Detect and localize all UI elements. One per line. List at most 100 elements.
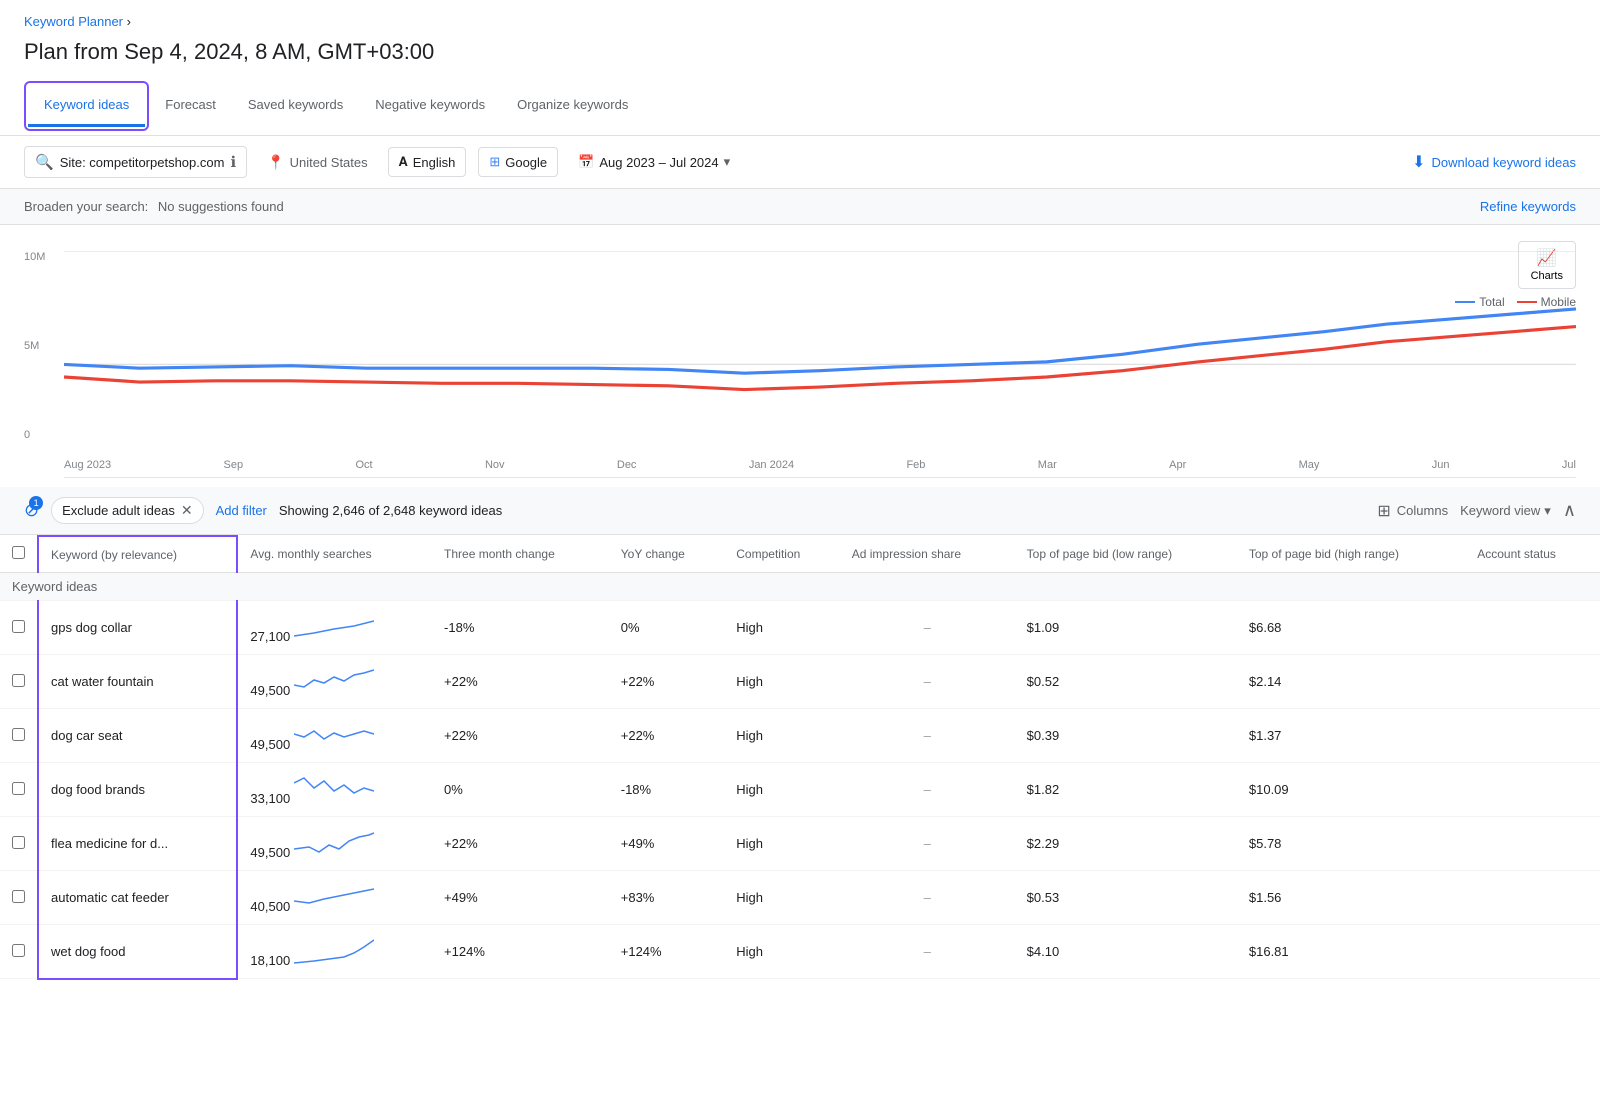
row4-top-bid-low: $2.29: [1015, 817, 1237, 871]
row1-checkbox[interactable]: [12, 674, 25, 687]
row1-account-status: [1465, 655, 1600, 709]
row6-avg-searches: 18,100: [237, 925, 432, 979]
date-range-label: Aug 2023 – Jul 2024: [599, 155, 718, 170]
row2-keyword[interactable]: dog car seat: [38, 709, 237, 763]
row4-checkbox[interactable]: [12, 836, 25, 849]
select-all-checkbox[interactable]: [12, 546, 25, 559]
row6-three-month: +124%: [432, 925, 609, 979]
x-label-mar: Mar: [1038, 459, 1057, 471]
tab-forecast[interactable]: Forecast: [149, 85, 232, 127]
row3-three-month: 0%: [432, 763, 609, 817]
table-row: wet dog food 18,100 +124% +124% High – $…: [0, 925, 1600, 979]
row2-account-status: [1465, 709, 1600, 763]
location-icon: 📍: [267, 154, 284, 171]
row4-checkbox-cell: [0, 817, 38, 871]
group-header-cell: Keyword ideas: [0, 573, 1600, 601]
row0-checkbox[interactable]: [12, 620, 25, 633]
x-label-oct: Oct: [355, 459, 372, 471]
row5-competition: High: [724, 871, 839, 925]
exclude-adult-chip[interactable]: Exclude adult ideas ✕: [51, 497, 203, 524]
x-label-jun: Jun: [1432, 459, 1450, 471]
chip-close-icon[interactable]: ✕: [181, 502, 193, 519]
search-icon: 🔍: [35, 153, 54, 171]
showing-text: Showing 2,646 of 2,648 keyword ideas: [279, 503, 502, 518]
download-keyword-ideas-button[interactable]: ⬇ Download keyword ideas: [1412, 152, 1576, 172]
row1-checkbox-cell: [0, 655, 38, 709]
columns-icon: ⊞: [1377, 501, 1390, 521]
row3-checkbox[interactable]: [12, 782, 25, 795]
row5-ad-impression: –: [840, 871, 1015, 925]
y-label-0: 0: [24, 429, 64, 441]
row5-three-month: +49%: [432, 871, 609, 925]
search-engine-filter[interactable]: ⊞ Google: [478, 147, 558, 177]
add-filter-button[interactable]: Add filter: [216, 503, 267, 518]
row5-checkbox[interactable]: [12, 890, 25, 903]
search-value: Site: competitorpetshop.com: [60, 155, 225, 170]
x-label-sep: Sep: [223, 459, 243, 471]
keyword-view-button[interactable]: Keyword view ▾: [1460, 503, 1551, 519]
x-label-may: May: [1299, 459, 1320, 471]
row2-ad-impression: –: [840, 709, 1015, 763]
row3-yoy: -18%: [609, 763, 725, 817]
row6-checkbox[interactable]: [12, 944, 25, 957]
language-filter[interactable]: 𝐀 English: [388, 147, 467, 177]
row3-keyword[interactable]: dog food brands: [38, 763, 237, 817]
row6-keyword[interactable]: wet dog food: [38, 925, 237, 979]
filter-icon-wrapper: ⊘ 1: [24, 500, 39, 521]
row6-top-bid-high: $16.81: [1237, 925, 1465, 979]
search-box[interactable]: 🔍 Site: competitorpetshop.com ℹ: [24, 146, 247, 178]
tab-negative-keywords[interactable]: Negative keywords: [359, 85, 501, 127]
date-range-filter[interactable]: 📅 Aug 2023 – Jul 2024 ▾: [570, 150, 738, 174]
row6-checkbox-cell: [0, 925, 38, 979]
calendar-icon: 📅: [578, 154, 594, 170]
table-row: cat water fountain 49,500 +22% +22% High…: [0, 655, 1600, 709]
row5-keyword[interactable]: automatic cat feeder: [38, 871, 237, 925]
download-label: Download keyword ideas: [1431, 155, 1576, 170]
location-label: United States: [290, 155, 368, 170]
breadcrumb-chevron: ›: [127, 14, 131, 29]
th-three-month[interactable]: Three month change: [432, 536, 609, 573]
row5-account-status: [1465, 871, 1600, 925]
row1-keyword[interactable]: cat water fountain: [38, 655, 237, 709]
columns-button[interactable]: ⊞ Columns: [1377, 501, 1448, 521]
row5-top-bid-high: $1.56: [1237, 871, 1465, 925]
th-top-bid-low[interactable]: Top of page bid (low range): [1015, 536, 1237, 573]
y-label-5m: 5M: [24, 340, 64, 352]
th-keyword[interactable]: Keyword (by relevance): [38, 536, 237, 573]
row4-three-month: +22%: [432, 817, 609, 871]
breadcrumb-link[interactable]: Keyword Planner: [24, 14, 123, 29]
row0-account-status: [1465, 601, 1600, 655]
row3-top-bid-low: $1.82: [1015, 763, 1237, 817]
th-top-bid-high[interactable]: Top of page bid (high range): [1237, 536, 1465, 573]
row5-checkbox-cell: [0, 871, 38, 925]
collapse-button[interactable]: ∧: [1563, 500, 1576, 521]
row4-yoy: +49%: [609, 817, 725, 871]
tab-saved-keywords[interactable]: Saved keywords: [232, 85, 359, 127]
x-label-feb: Feb: [906, 459, 925, 471]
location-filter[interactable]: 📍 United States: [259, 150, 375, 175]
th-yoy[interactable]: YoY change: [609, 536, 725, 573]
row1-three-month: +22%: [432, 655, 609, 709]
row2-checkbox[interactable]: [12, 728, 25, 741]
row4-keyword[interactable]: flea medicine for d...: [38, 817, 237, 871]
th-account-status[interactable]: Account status: [1465, 536, 1600, 573]
chart-area: 📈 Charts Total Mobile 10M 5M 0: [0, 225, 1600, 487]
chart-y-labels: 10M 5M 0: [24, 251, 64, 471]
row3-ad-impression: –: [840, 763, 1015, 817]
row5-avg-searches: 40,500: [237, 871, 432, 925]
row1-avg-searches: 49,500: [237, 655, 432, 709]
th-competition[interactable]: Competition: [724, 536, 839, 573]
keyword-table: Keyword (by relevance) Avg. monthly sear…: [0, 535, 1600, 980]
tab-keyword-ideas[interactable]: Keyword ideas: [28, 85, 145, 127]
group-header-row: Keyword ideas: [0, 573, 1600, 601]
info-icon[interactable]: ℹ: [230, 153, 236, 171]
tab-organize-keywords[interactable]: Organize keywords: [501, 85, 644, 127]
y-label-10m: 10M: [24, 251, 64, 263]
language-label: English: [413, 155, 456, 170]
row2-three-month: +22%: [432, 709, 609, 763]
row0-keyword[interactable]: gps dog collar: [38, 601, 237, 655]
th-avg-searches[interactable]: Avg. monthly searches: [237, 536, 432, 573]
chip-label: Exclude adult ideas: [62, 503, 175, 518]
refine-keywords-link[interactable]: Refine keywords: [1480, 199, 1576, 214]
th-ad-impression[interactable]: Ad impression share: [840, 536, 1015, 573]
